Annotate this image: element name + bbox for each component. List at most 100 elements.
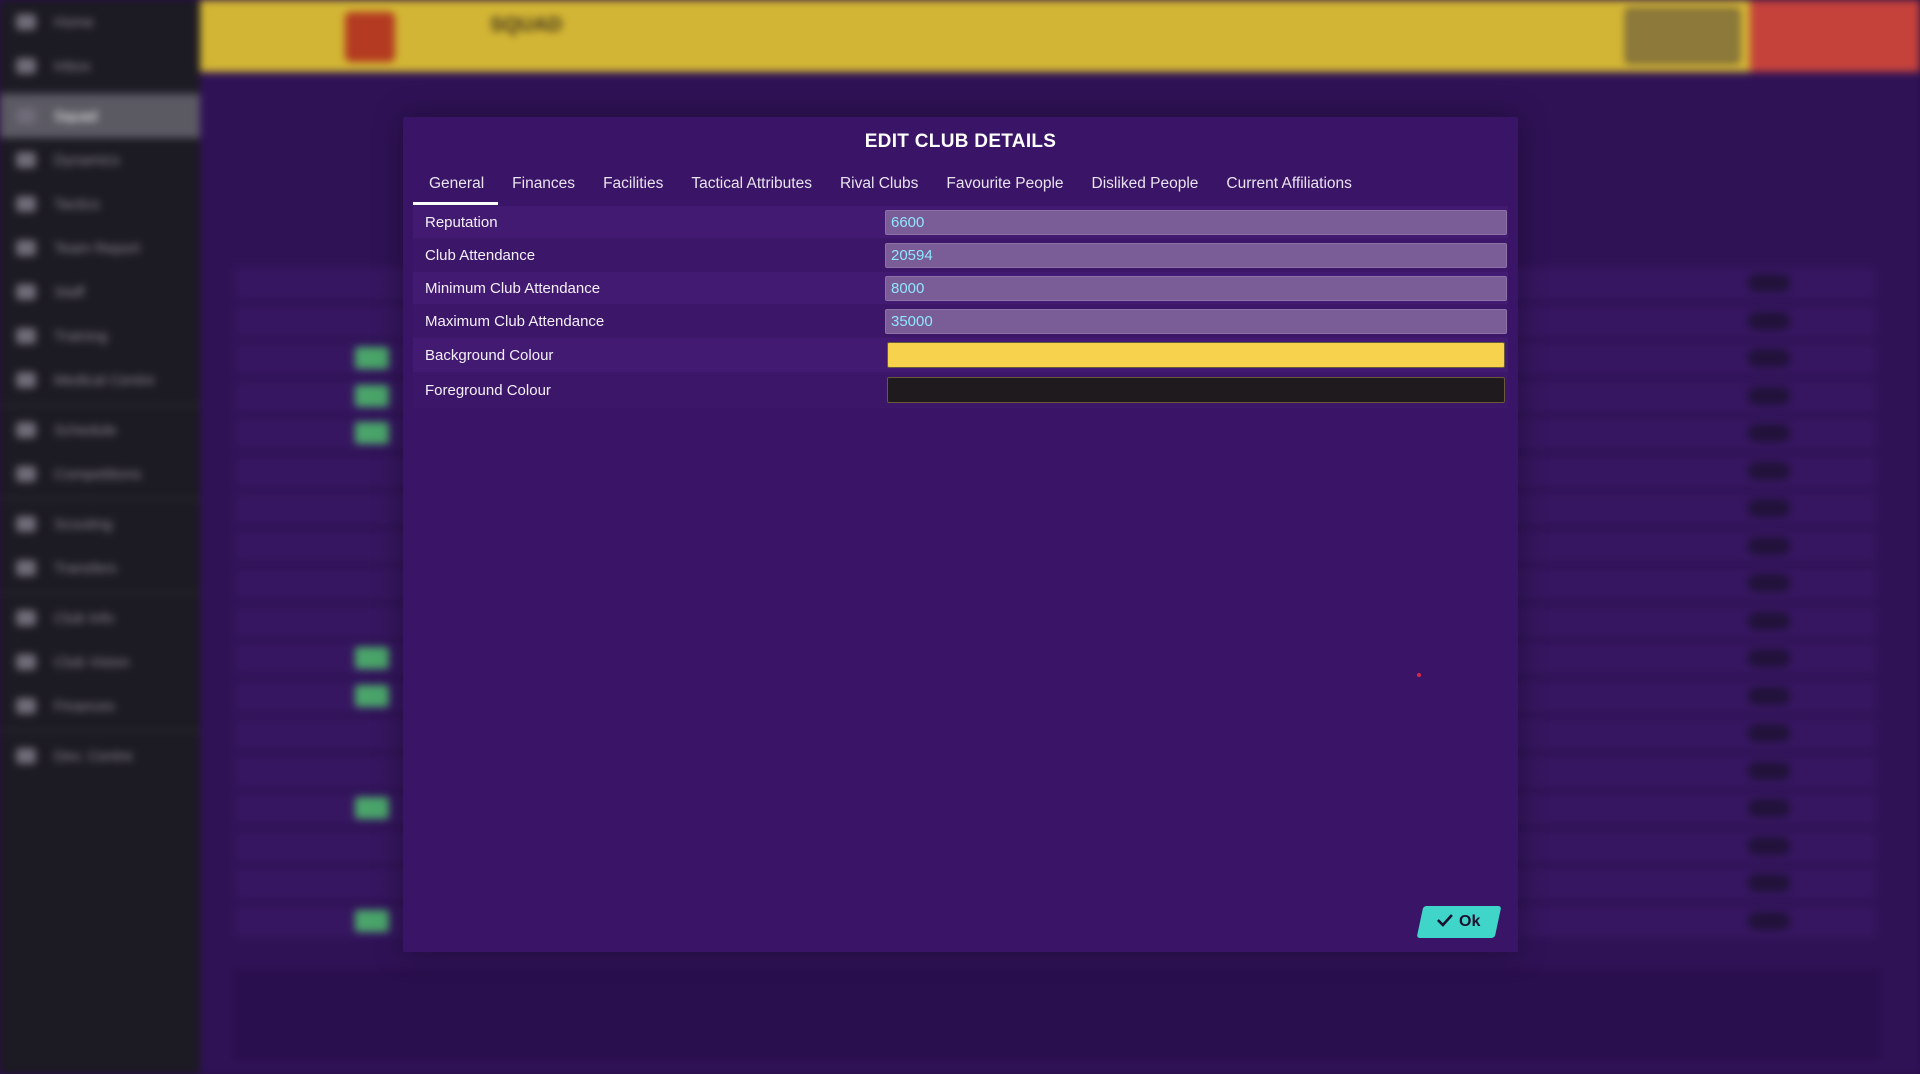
- background-pill: [1748, 536, 1790, 555]
- background-pill: [1748, 499, 1790, 517]
- minimum-attendance-label: Minimum Club Attendance: [425, 279, 601, 297]
- sidebar-icon: [16, 748, 36, 764]
- sidebar-icon: [16, 516, 36, 532]
- sidebar-separator: [0, 498, 200, 500]
- background-badge: [355, 909, 389, 932]
- club-badge: [345, 12, 395, 62]
- sidebar-icon: [16, 152, 36, 168]
- sidebar-icon: [16, 328, 36, 344]
- sidebar-separator: [0, 730, 200, 732]
- background-pill: [1748, 274, 1790, 292]
- sidebar-icon: [16, 14, 36, 30]
- sidebar-item-label: Club Vision: [54, 653, 130, 671]
- foreground-colour-swatch[interactable]: [887, 377, 1505, 403]
- sidebar-item-label: Inbox: [54, 57, 91, 75]
- background-pill: [1748, 611, 1790, 630]
- topbar-title: SQUAD: [490, 14, 563, 36]
- sidebar-item-label: Training: [54, 327, 108, 345]
- background-colour-swatch[interactable]: [887, 342, 1505, 368]
- ok-button[interactable]: Ok: [1416, 906, 1502, 938]
- tab-disliked-people[interactable]: Disliked People: [1078, 167, 1213, 207]
- sidebar-item-label: Tactics: [54, 195, 100, 213]
- top-bar: SQUAD: [200, 0, 1920, 72]
- sidebar-item-medical-centre: Medical Centre: [0, 358, 200, 402]
- reputation-label: Reputation: [425, 213, 498, 231]
- sidebar-item-label: Schedule: [54, 421, 117, 439]
- background-pill: [1748, 386, 1790, 405]
- sidebar-icon: [16, 58, 36, 74]
- sidebar-item-label: Dev. Centre: [54, 747, 133, 765]
- sidebar-item-label: Club Info: [54, 609, 115, 627]
- general-fields: Reputation 6600 Club Attendance 20594 Mi…: [413, 206, 1508, 408]
- sidebar-icon: [16, 284, 36, 300]
- background-pill: [1748, 761, 1790, 780]
- maximum-attendance-label: Maximum Club Attendance: [425, 312, 605, 330]
- ok-label: Ok: [1459, 913, 1481, 930]
- reputation-input[interactable]: 6600: [885, 209, 1507, 235]
- background-pill: [1748, 461, 1790, 480]
- background-colour-label: Background Colour: [425, 346, 554, 364]
- sidebar-separator: [0, 404, 200, 406]
- background-badge: [355, 384, 389, 407]
- background-pill: [1748, 349, 1790, 367]
- background-pill: [1748, 311, 1790, 330]
- sidebar-item-label: Competitions: [54, 465, 142, 483]
- background-pill: [1748, 836, 1790, 855]
- maximum-attendance-input[interactable]: 35000: [885, 308, 1507, 334]
- sidebar-item-club-info: Club Info: [0, 596, 200, 640]
- sidebar-separator: [0, 592, 200, 594]
- minimum-attendance-input[interactable]: 8000: [885, 275, 1507, 301]
- sidebar-item-label: Transfers: [54, 559, 117, 577]
- background-pill: [1748, 649, 1790, 667]
- sidebar-item-transfers: Transfers: [0, 546, 200, 590]
- edit-club-details-dialog: EDIT CLUB DETAILS General Finances Facil…: [403, 117, 1518, 952]
- check-icon: [1437, 913, 1454, 932]
- bottom-panel: [232, 968, 1882, 1060]
- sidebar-item-club-vision: Club Vision: [0, 640, 200, 684]
- tab-general[interactable]: General: [413, 167, 499, 207]
- sidebar-item-staff: Staff: [0, 270, 200, 314]
- sidebar-item-finances: Finances: [0, 684, 200, 728]
- background-badge: [355, 347, 389, 369]
- tab-favourite-people[interactable]: Favourite People: [932, 167, 1077, 207]
- sidebar-icon: [16, 108, 36, 124]
- background-pill: [1748, 574, 1790, 592]
- sidebar: Home Inbox Squad Dynamics Tactics Team Report…: [0, 0, 200, 1074]
- date-box: [1625, 8, 1740, 64]
- sidebar-item-label: Scouting: [54, 515, 113, 533]
- sidebar-icon: [16, 610, 36, 626]
- sidebar-item-label: Squad: [54, 107, 98, 125]
- sidebar-item-label: Medical Centre: [54, 371, 155, 389]
- sidebar-item-training: Training: [0, 314, 200, 358]
- background-pill: [1748, 686, 1790, 705]
- sidebar-item-dynamics: Dynamics: [0, 138, 200, 182]
- foreground-colour-label: Foreground Colour: [425, 381, 551, 399]
- sidebar-item-squad: Squad: [0, 94, 200, 138]
- tab-facilities[interactable]: Facilities: [589, 167, 677, 207]
- background-pill: [1748, 424, 1790, 442]
- sidebar-item-schedule: Schedule: [0, 408, 200, 452]
- reputation-row: Reputation 6600: [413, 206, 1508, 239]
- sidebar-icon: [16, 466, 36, 482]
- tab-rival-clubs[interactable]: Rival Clubs: [826, 167, 932, 207]
- sidebar-icon: [16, 422, 36, 438]
- sidebar-item-inbox: Inbox: [0, 44, 200, 88]
- background-pill: [1748, 724, 1790, 742]
- maximum-attendance-row: Maximum Club Attendance 35000: [413, 305, 1508, 338]
- tab-finances[interactable]: Finances: [498, 167, 589, 207]
- tab-bar: General Finances Facilities Tactical Att…: [413, 167, 1366, 207]
- sidebar-item-label: Dynamics: [54, 151, 120, 169]
- foreground-colour-row: Foreground Colour: [413, 373, 1508, 408]
- background-badge: [355, 684, 389, 707]
- tab-current-affiliations[interactable]: Current Affiliations: [1212, 167, 1366, 207]
- tab-tactical-attributes[interactable]: Tactical Attributes: [677, 167, 826, 207]
- sidebar-item-home: Home: [0, 0, 200, 44]
- cursor-dot: [1417, 673, 1421, 677]
- dialog-title: EDIT CLUB DETAILS: [864, 131, 1057, 152]
- background-badge: [355, 647, 389, 669]
- club-attendance-row: Club Attendance 20594: [413, 239, 1508, 272]
- sidebar-item-label: Team Report: [54, 239, 140, 257]
- background-badge: [355, 422, 389, 444]
- background-pill: [1748, 911, 1790, 930]
- club-attendance-input[interactable]: 20594: [885, 242, 1507, 268]
